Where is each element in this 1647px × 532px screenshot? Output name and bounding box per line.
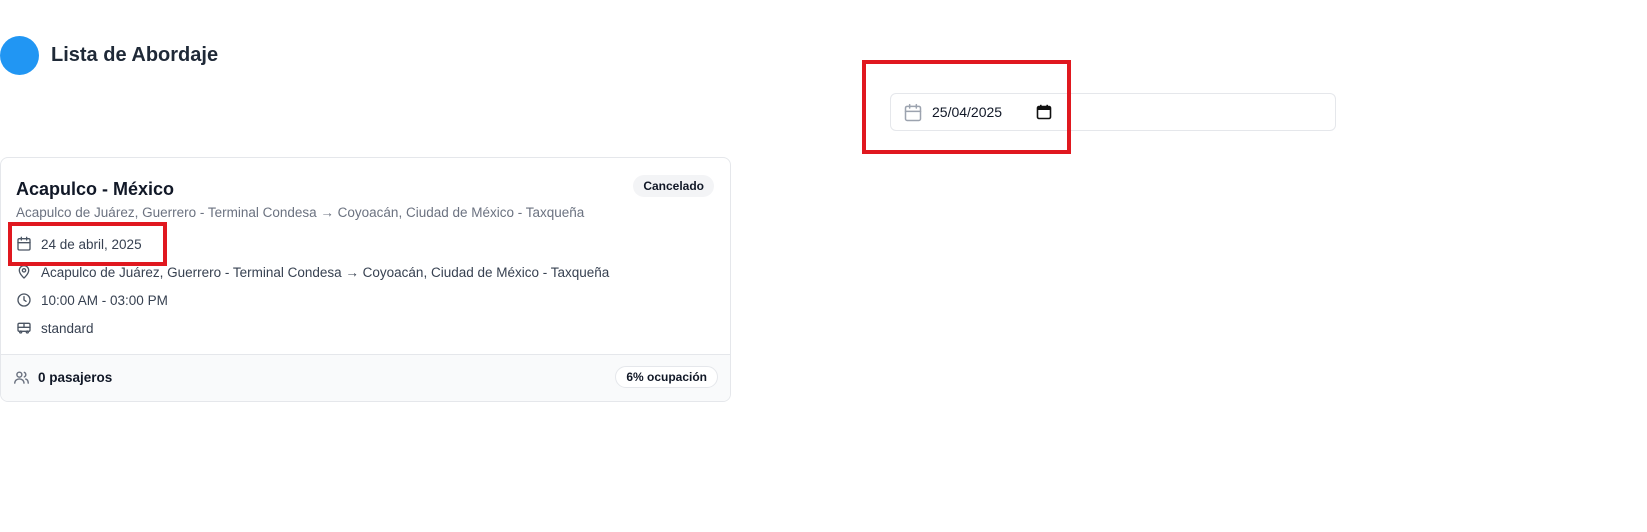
passenger-count: 0 pasajeros [13, 369, 112, 386]
page-title: Lista de Abordaje [51, 44, 219, 66]
trip-bus-type: standard [41, 320, 94, 336]
clock-icon [17, 293, 31, 307]
trip-schedule-row: 10:00 AM - 03:00 PM [16, 292, 168, 308]
trip-date-row: 24 de abril, 2025 [16, 236, 142, 252]
trip-title: Acapulco - México [16, 179, 175, 199]
occupancy-badge: 6% ocupación [615, 366, 718, 388]
trip-card[interactable]: Acapulco - México Cancelado Acapulco de … [0, 157, 731, 402]
bus-icon [17, 322, 31, 334]
trip-date: 24 de abril, 2025 [41, 236, 142, 252]
trip-bus-type-row: standard [16, 320, 94, 336]
trip-location-row: Acapulco de Juárez, Guerrero - Terminal … [16, 264, 609, 280]
date-picker-calendar-icon[interactable] [1036, 104, 1052, 120]
boarding-list-page: Lista de Abordaje 25/04/2025 Acapulco - … [0, 0, 1647, 532]
avatar [0, 36, 39, 75]
calendar-icon [17, 236, 31, 251]
status-badge: Cancelado [633, 175, 714, 197]
users-icon [14, 371, 29, 384]
calendar-icon [903, 103, 923, 123]
trip-route: Acapulco de Juárez, Guerrero - Terminal … [16, 205, 585, 220]
trip-card-footer: 0 pasajeros 6% ocupación [1, 354, 730, 401]
trip-location: Acapulco de Juárez, Guerrero - Terminal … [41, 264, 610, 280]
date-filter-input[interactable]: 25/04/2025 [890, 93, 1336, 131]
passenger-count-label: 0 pasajeros [38, 370, 113, 385]
date-filter-value[interactable]: 25/04/2025 [932, 104, 1002, 120]
trip-schedule: 10:00 AM - 03:00 PM [41, 292, 168, 308]
map-pin-icon [18, 265, 30, 279]
page-header: Lista de Abordaje [0, 36, 218, 75]
